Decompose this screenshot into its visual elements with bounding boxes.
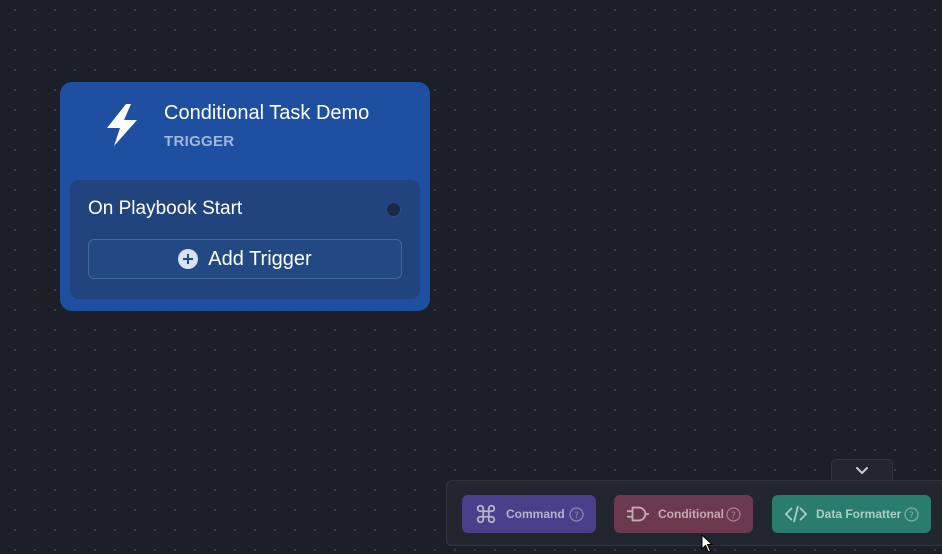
data-formatter-tool-label: Data Formatter (816, 507, 902, 521)
chevron-down-icon (856, 466, 868, 474)
add-trigger-label: Add Trigger (208, 247, 312, 270)
conditional-tool-label: Conditional (658, 507, 724, 521)
mouse-cursor-icon (701, 534, 714, 553)
add-trigger-button[interactable]: Add Trigger (88, 239, 402, 279)
node-header: Conditional Task Demo TRIGGER (60, 82, 430, 180)
svg-text:?: ? (909, 511, 914, 521)
command-tool-label: Command (506, 507, 565, 521)
logic-gate-icon (627, 506, 649, 522)
data-formatter-tool-button[interactable]: Data Formatter ? (772, 495, 931, 533)
help-icon[interactable]: ? (569, 506, 584, 522)
conditional-tool-button[interactable]: Conditional ? (614, 495, 753, 533)
node-title: Conditional Task Demo (164, 102, 370, 124)
svg-text:?: ? (731, 511, 736, 521)
code-brackets-icon (785, 505, 807, 523)
lightning-bolt-icon (107, 104, 137, 146)
node-body: On Playbook Start Add Trigger (70, 180, 420, 299)
help-icon[interactable]: ? (904, 506, 919, 522)
node-toolbar: Command ? Conditional ? Data Formatter ? (446, 480, 942, 546)
toolbar-collapse-button[interactable] (831, 459, 893, 481)
command-key-icon (476, 504, 496, 524)
svg-text:?: ? (574, 511, 579, 521)
help-icon[interactable]: ? (726, 506, 741, 522)
trigger-node[interactable]: Conditional Task Demo TRIGGER On Playboo… (60, 82, 430, 311)
output-handle[interactable] (386, 202, 401, 217)
command-tool-button[interactable]: Command ? (462, 495, 596, 533)
trigger-item-label: On Playbook Start (88, 198, 243, 219)
node-type-label: TRIGGER (164, 133, 235, 150)
plus-circle-icon (178, 249, 199, 269)
